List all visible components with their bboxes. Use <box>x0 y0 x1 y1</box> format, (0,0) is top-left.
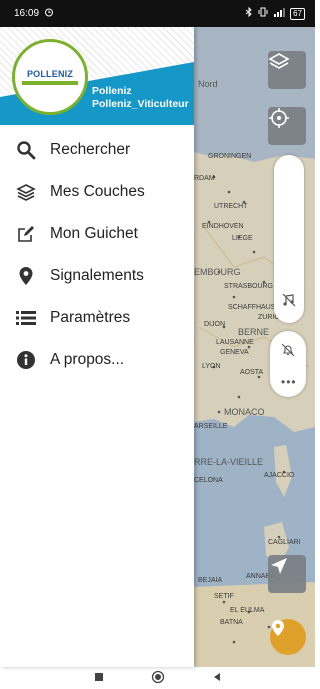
add-report-fab[interactable] <box>270 619 306 655</box>
menu-item-label: Signalements <box>50 267 144 284</box>
navigate-button[interactable] <box>268 555 306 593</box>
map-label: EL EULMA <box>230 607 265 614</box>
map-label: ARSEILLE <box>194 423 228 430</box>
menu-item-signalements[interactable]: Signalements <box>0 255 194 297</box>
side-toolbar-secondary[interactable]: ••• <box>270 331 306 397</box>
map-label: RDAM <box>194 175 215 182</box>
menu-item-mes-couches[interactable]: Mes Couches <box>0 171 194 213</box>
recents-square-icon[interactable] <box>94 672 104 685</box>
menu-item-parametres[interactable]: Paramètres <box>0 297 194 339</box>
logo-text: POLLENIZ <box>26 69 74 79</box>
map-label: AOSTA <box>240 369 264 376</box>
map-label: BERNE <box>238 327 270 337</box>
side-toolbar[interactable] <box>274 155 304 323</box>
map-label: DIJON <box>204 321 225 328</box>
layers-icon <box>15 181 37 203</box>
edit-icon <box>15 223 37 245</box>
navigation-drawer: POLLENIZ Polleniz Polleniz_Viticulteur R… <box>0 27 194 667</box>
map-label: BEJAIA <box>198 577 223 584</box>
map-label: BATNA <box>220 619 243 626</box>
home-circle-icon[interactable] <box>151 670 165 687</box>
map-label: LIEGE <box>232 235 253 242</box>
map-label: EINDHOVEN <box>202 223 244 230</box>
map-label: EMBOURG <box>194 267 241 277</box>
menu-item-label: Paramètres <box>50 309 131 326</box>
alarm-clock-icon <box>44 7 54 20</box>
system-nav-bar <box>0 667 315 689</box>
logo-underline <box>22 81 78 85</box>
info-icon <box>15 349 37 371</box>
map-label: MONACO <box>224 407 265 417</box>
more-options-icon[interactable]: ••• <box>281 375 297 389</box>
map-label: CAGLIARI <box>268 539 301 546</box>
menu-item-a-propos[interactable]: A propos... <box>0 339 194 381</box>
menu-item-rechercher[interactable]: Rechercher <box>0 129 194 171</box>
locate-button[interactable] <box>268 107 306 145</box>
polleniz-logo: POLLENIZ <box>12 39 88 115</box>
map-label: STRASBOURG <box>224 283 274 290</box>
list-icon <box>15 307 37 329</box>
map-label: Nord <box>198 79 218 89</box>
map-label: RRE-LA-VIEILLE <box>194 457 264 467</box>
map-label: LAUSANNE <box>216 339 254 346</box>
vibrate-icon <box>258 7 268 20</box>
back-triangle-icon[interactable] <box>212 672 222 685</box>
drawer-header: POLLENIZ Polleniz Polleniz_Viticulteur <box>0 27 194 125</box>
menu-item-mon-guichet[interactable]: Mon Guichet <box>0 213 194 255</box>
account-role: Polleniz_Viticulteur <box>92 98 189 110</box>
menu-item-label: Mon Guichet <box>50 225 138 242</box>
menu-item-label: A propos... <box>50 351 125 368</box>
drawer-menu: Rechercher Mes Couches Mon Guichet Signa… <box>0 125 194 381</box>
bluetooth-icon <box>245 6 253 20</box>
map-label: SETIF <box>214 593 234 600</box>
menu-item-label: Mes Couches <box>50 183 145 200</box>
signal-icon <box>273 7 286 20</box>
map-label: AJACCIO <box>264 472 295 479</box>
map-label: UTRECHT <box>214 203 248 210</box>
account-info: Polleniz Polleniz_Viticulteur <box>92 85 189 111</box>
layers-button[interactable] <box>268 51 306 89</box>
map-label: CELONA <box>194 477 223 484</box>
map-label: LYON <box>202 363 221 370</box>
location-pin-icon <box>15 265 37 287</box>
account-name: Polleniz <box>92 85 132 97</box>
menu-item-label: Rechercher <box>50 141 131 158</box>
search-icon <box>15 139 37 161</box>
status-time: 16:09 <box>14 8 40 19</box>
map-view[interactable]: Nord GRONINGEN RDAM UTRECHT EINDHOVEN LI… <box>194 27 315 667</box>
status-bar: 16:09 67 <box>0 0 315 27</box>
battery-indicator: 67 <box>290 7 305 20</box>
map-label: GRONINGEN <box>208 153 252 160</box>
map-label: GENEVA <box>220 349 249 356</box>
